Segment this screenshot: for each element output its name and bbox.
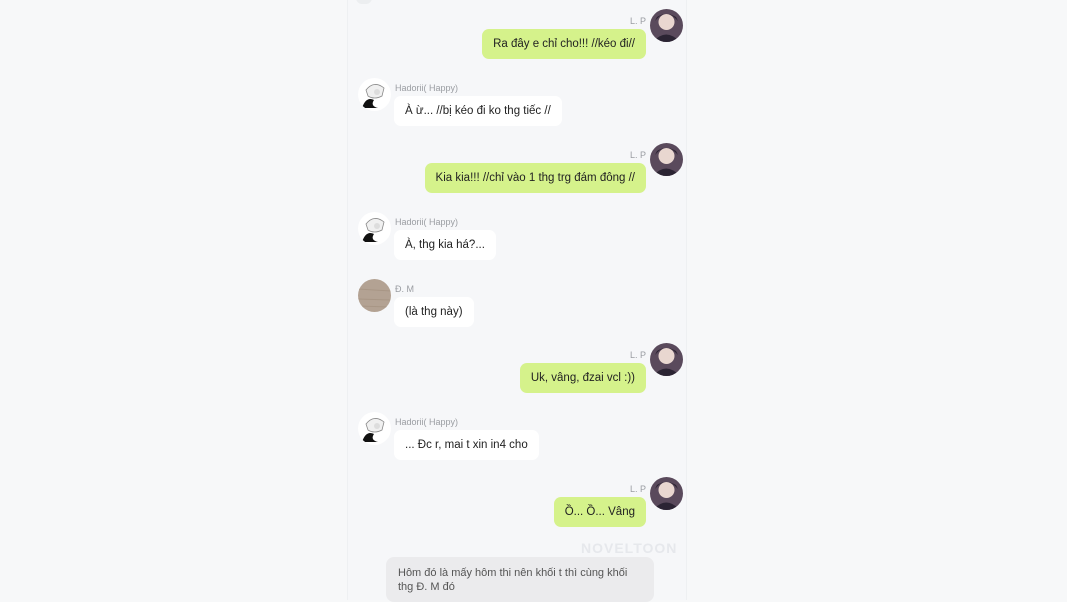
message-bubble[interactable]: Kia kia!!! //chỉ vào 1 thg trg đám đông … (424, 163, 646, 193)
sender-name: L. P (629, 484, 646, 494)
user-avatar-icon (358, 212, 391, 245)
sender-name: Đ. M (395, 284, 414, 294)
avatar-l-p[interactable] (650, 477, 683, 510)
message-bubble[interactable]: Ồ... Ồ... Vâng (553, 497, 646, 527)
sender-name: L. P (629, 150, 646, 160)
sender-name: Hadorii( Happy) (395, 83, 459, 93)
watermark: NOVELTOON (581, 540, 678, 556)
message-bubble[interactable]: À ừ... //bị kéo đi ko thg tiếc // (394, 96, 562, 126)
avatar-l-p[interactable] (650, 343, 683, 376)
avatar-hadorii[interactable] (358, 412, 391, 445)
avatar-l-p[interactable] (650, 9, 683, 42)
user-avatar-icon (650, 477, 683, 510)
message-bubble[interactable]: À, thg kia há?... (394, 230, 496, 260)
avatar-hadorii[interactable] (358, 78, 391, 111)
user-avatar-icon (358, 279, 391, 312)
avatar-l-p[interactable] (650, 143, 683, 176)
avatar-hadorii[interactable] (358, 212, 391, 245)
user-avatar-icon (650, 343, 683, 376)
sender-name: Hadorii( Happy) (395, 417, 459, 427)
narration-box[interactable]: Hôm đó là mấy hôm thi nên khối t thì cùn… (386, 557, 654, 602)
message-bubble[interactable]: Uk, vâng, đzai vcl :)) (519, 363, 646, 393)
message-bubble[interactable]: ... Đc r, mai t xin in4 cho (394, 430, 539, 460)
user-avatar-icon (358, 78, 391, 111)
message-bubble[interactable]: Ra đây e chỉ cho!!! //kéo đi// (482, 29, 646, 59)
avatar-d-m[interactable] (358, 279, 391, 312)
sender-name: L. P (629, 16, 646, 26)
scroll-indicator (356, 0, 372, 4)
message-bubble[interactable]: (là thg này) (394, 297, 474, 327)
sender-name: Hadorii( Happy) (395, 217, 459, 227)
chat-column[interactable]: L. P Ra đây e chỉ cho!!! //kéo đi// Hado… (347, 0, 687, 602)
user-avatar-icon (650, 9, 683, 42)
user-avatar-icon (358, 412, 391, 445)
user-avatar-icon (650, 143, 683, 176)
sender-name: L. P (629, 350, 646, 360)
